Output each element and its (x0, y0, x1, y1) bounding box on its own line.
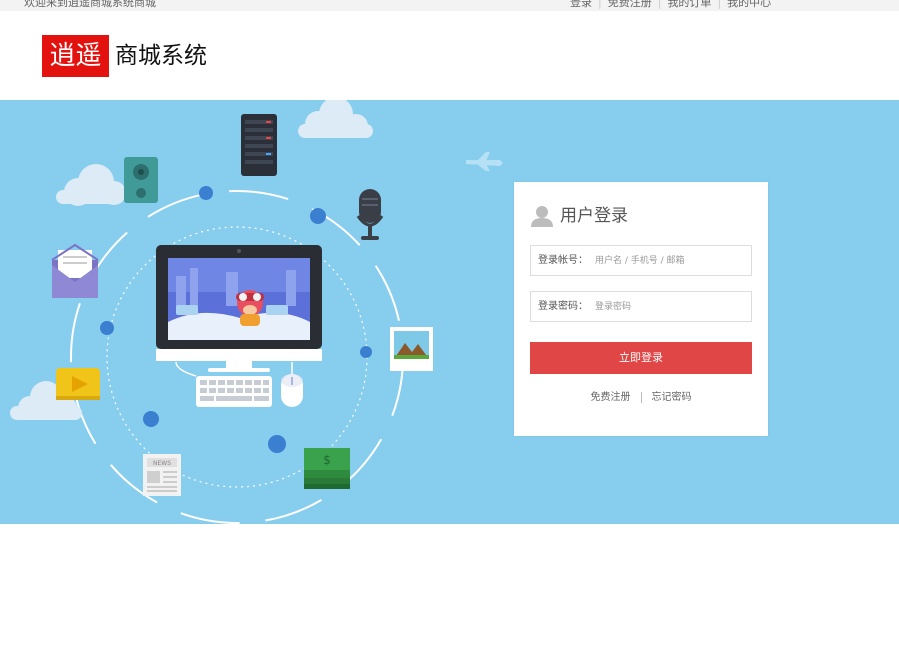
microphone-icon (356, 189, 384, 240)
link-divider (640, 391, 642, 403)
server-icon (241, 114, 277, 176)
newspaper-icon: NEWS (143, 454, 181, 496)
account-field: 登录帐号： (530, 245, 752, 276)
password-label: 登录密码： (538, 301, 588, 312)
top-link-center[interactable]: 我的中心 (727, 0, 771, 9)
money-icon: $ (304, 448, 350, 489)
top-link-orders[interactable]: 我的订单 (667, 0, 711, 9)
login-title: 用户登录 (560, 206, 628, 226)
top-link-register[interactable]: 免费注册 (608, 0, 652, 9)
mail-icon (51, 243, 99, 298)
newspaper-label: NEWS (153, 460, 171, 467)
top-bar: 欢迎来到逍遥商城系统商城 登录 | 免费注册 | 我的订单 | 我的中心 (0, 0, 899, 11)
logo-mark[interactable]: 逍遥 (42, 35, 109, 77)
photo-icon (390, 327, 433, 371)
keyboard-icon (196, 376, 272, 407)
login-banner: NEWS $ 用户登录 登录帐号： 用户名 / 手机号 / 邮箱 登录密码： 立… (0, 100, 899, 524)
login-panel: 用户登录 登录帐号： 登录密码： 立即登录 免费注册 忘记密码 (514, 182, 768, 436)
airplane-icon (466, 152, 503, 171)
password-field: 登录密码： (530, 291, 752, 322)
forgot-password-link[interactable]: 忘记密码 (652, 392, 692, 403)
monitor-icon (156, 245, 322, 372)
login-button[interactable]: 立即登录 (530, 342, 752, 374)
cloud-icon (298, 100, 373, 138)
login-links: 免费注册 忘记密码 (514, 388, 768, 403)
logo-text: 商城系统 (115, 43, 207, 69)
register-link[interactable]: 免费注册 (591, 392, 631, 403)
video-play-icon (56, 368, 100, 400)
top-link-separator: | (598, 0, 602, 9)
account-label: 登录帐号： (538, 255, 588, 266)
account-input[interactable] (595, 250, 745, 271)
top-links: 登录 | 免费注册 | 我的订单 | 我的中心 (570, 0, 771, 10)
top-link-separator: | (657, 0, 662, 9)
money-label: $ (323, 453, 331, 467)
user-icon (531, 206, 553, 227)
top-link-separator: | (717, 0, 722, 9)
cloud-icon (56, 164, 126, 206)
welcome-text: 欢迎来到逍遥商城系统商城 (24, 0, 156, 9)
top-link-login[interactable]: 登录 (570, 0, 592, 9)
speaker-icon (124, 157, 158, 203)
password-input[interactable] (595, 296, 745, 317)
header: 逍遥 商城系统 (0, 11, 899, 100)
